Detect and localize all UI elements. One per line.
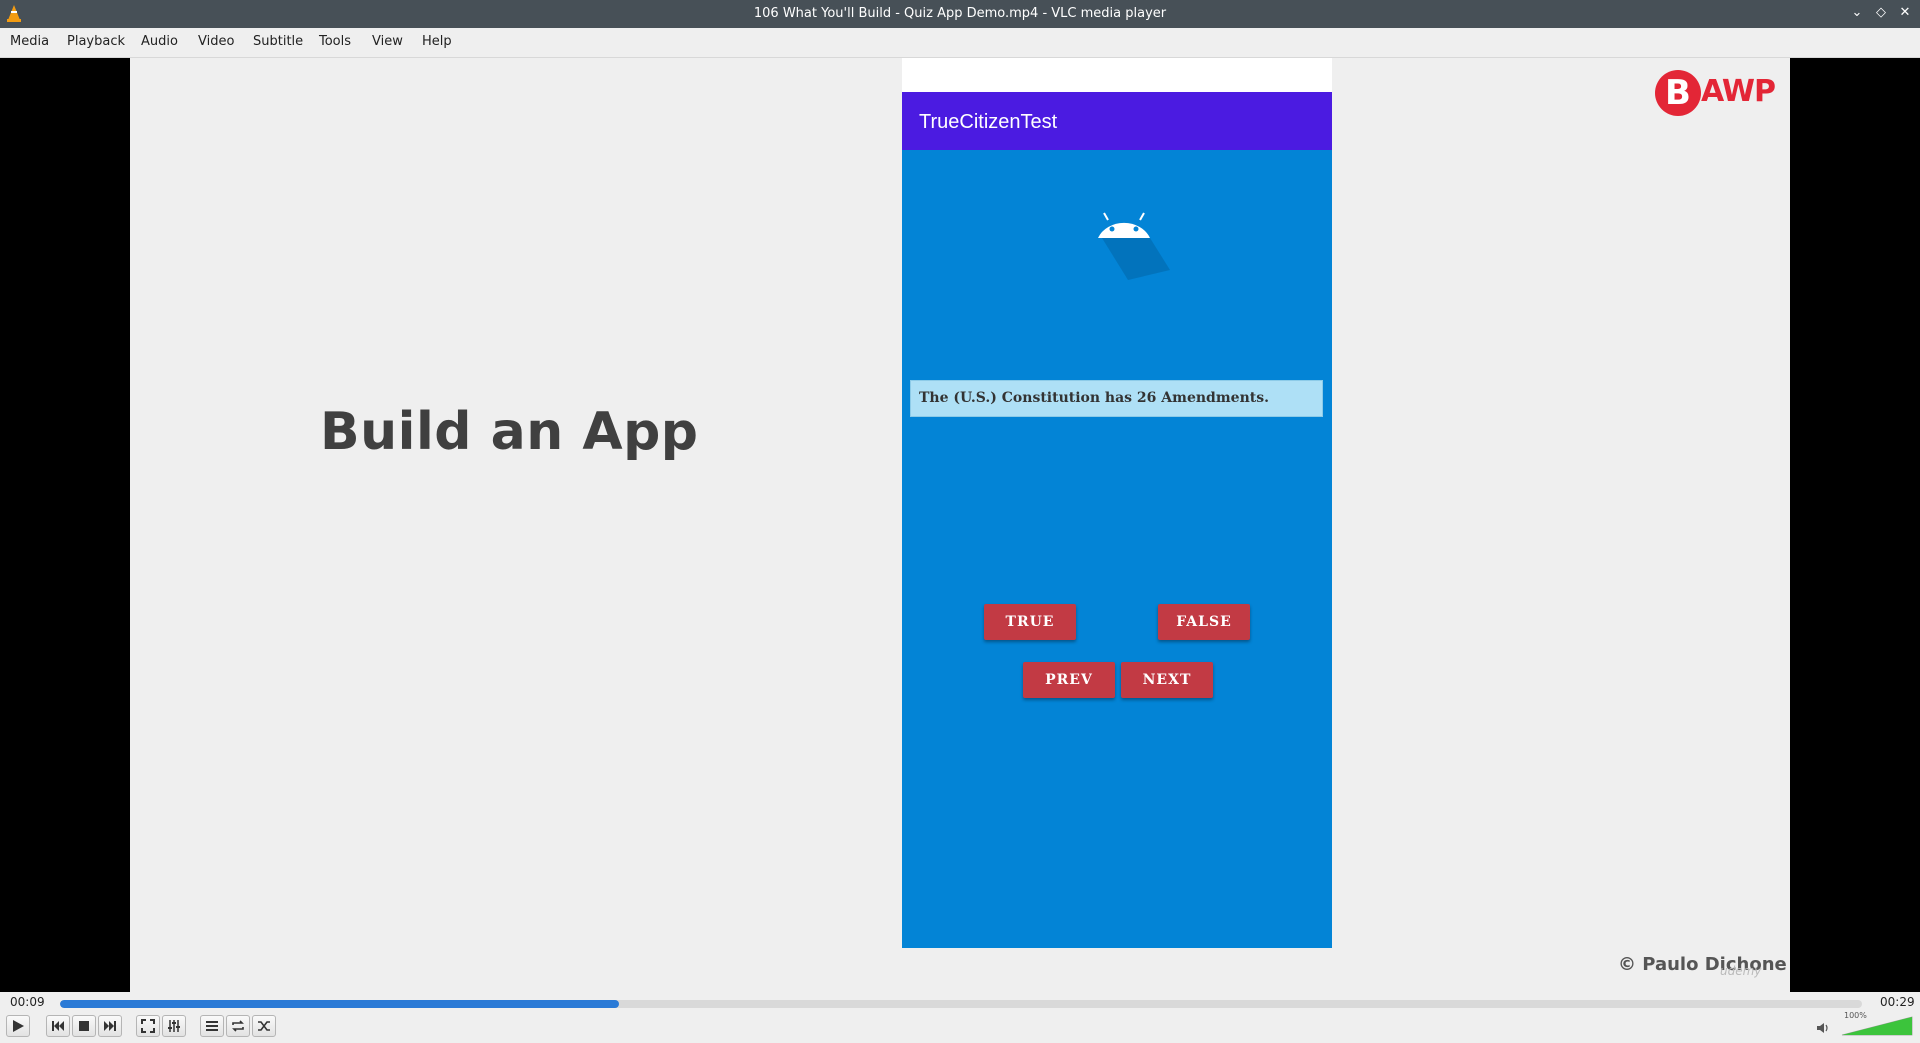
question-text: The (U.S.) Constitution has 26 Amendment… — [919, 390, 1269, 406]
skip-forward-icon — [104, 1021, 116, 1031]
phone-screen: TrueCitizenTest The (U.S.) Constitution … — [902, 58, 1332, 948]
menu-video[interactable]: Video — [198, 34, 234, 49]
phone-status-bar — [902, 58, 1332, 92]
minimize-icon[interactable]: ⌄ — [1848, 4, 1866, 22]
menu-view[interactable]: View — [372, 34, 403, 49]
total-time: 00:29 — [1880, 995, 1915, 1009]
menu-playback[interactable]: Playback — [67, 34, 125, 49]
volume-slider[interactable] — [1840, 1013, 1914, 1037]
menu-media[interactable]: Media — [10, 34, 49, 49]
stop-icon — [79, 1021, 89, 1031]
playlist-icon — [206, 1021, 218, 1031]
android-icon — [1098, 212, 1170, 280]
next-button[interactable]: NEXT — [1121, 662, 1213, 698]
true-button[interactable]: TRUE — [984, 604, 1076, 640]
title-bar: 106 What You'll Build - Quiz App Demo.mp… — [0, 0, 1920, 28]
equalizer-icon — [168, 1020, 180, 1032]
elapsed-time: 00:09 — [10, 995, 45, 1009]
extended-settings-button[interactable] — [162, 1015, 186, 1037]
maximize-icon[interactable]: ◇ — [1872, 4, 1890, 22]
stop-button[interactable] — [72, 1015, 96, 1037]
logo-letter: B — [1655, 70, 1701, 116]
loop-button[interactable] — [226, 1015, 250, 1037]
shuffle-icon — [258, 1021, 270, 1031]
next-media-button[interactable] — [98, 1015, 122, 1037]
menu-tools[interactable]: Tools — [319, 34, 351, 49]
udemy-watermark: udemy — [1720, 964, 1762, 978]
menu-help[interactable]: Help — [422, 34, 452, 49]
fullscreen-button[interactable] — [136, 1015, 160, 1037]
slide-heading: Build an App — [320, 402, 699, 462]
speaker-icon[interactable] — [1815, 1020, 1831, 1036]
play-icon — [13, 1020, 24, 1032]
prev-button[interactable]: PREV — [1023, 662, 1115, 698]
question-box: The (U.S.) Constitution has 26 Amendment… — [910, 380, 1323, 417]
skip-back-icon — [52, 1021, 64, 1031]
previous-button[interactable] — [46, 1015, 70, 1037]
play-button[interactable] — [6, 1015, 30, 1037]
video-area[interactable]: Build an App B AWP TrueCitizenTest The (… — [0, 58, 1920, 992]
playback-controls: 00:09 00:29 100% — [0, 992, 1920, 1043]
loop-icon — [232, 1020, 244, 1032]
seek-slider[interactable] — [60, 1000, 1862, 1008]
copyright-text: © Paulo Dichone — [1618, 954, 1787, 975]
app-bar: TrueCitizenTest — [902, 92, 1332, 150]
playlist-button[interactable] — [200, 1015, 224, 1037]
menu-bar: Media Playback Audio Video Subtitle Tool… — [0, 28, 1920, 58]
close-icon[interactable]: ✕ — [1896, 4, 1914, 22]
menu-subtitle[interactable]: Subtitle — [253, 34, 303, 49]
fullscreen-icon — [141, 1019, 155, 1033]
shuffle-button[interactable] — [252, 1015, 276, 1037]
bawp-logo: B AWP — [1655, 68, 1779, 116]
video-frame: Build an App B AWP TrueCitizenTest The (… — [130, 58, 1790, 992]
menu-audio[interactable]: Audio — [141, 34, 178, 49]
app-title: TrueCitizenTest — [919, 111, 1058, 133]
seek-progress — [60, 1000, 619, 1008]
window-title: 106 What You'll Build - Quiz App Demo.mp… — [753, 6, 1167, 21]
logo-text: AWP — [1701, 74, 1776, 109]
false-button[interactable]: FALSE — [1158, 604, 1250, 640]
